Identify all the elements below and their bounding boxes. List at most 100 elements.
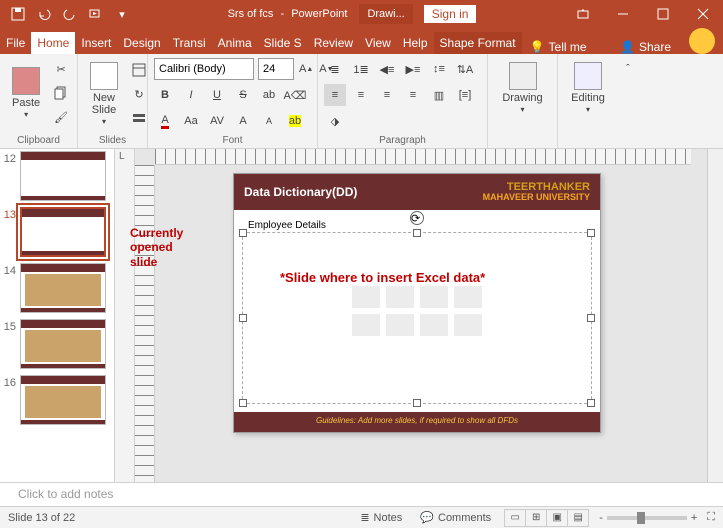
notes-pane[interactable]: Click to add notes	[0, 482, 723, 506]
highlight-icon[interactable]: ab	[284, 110, 306, 132]
workarea: 12 13 14 15 16 L Data Dictionary(DD)	[0, 149, 723, 482]
thumb-13[interactable]: 13	[2, 207, 112, 257]
insert-picture-icon[interactable]	[352, 314, 380, 336]
indent-increase-icon[interactable]: ▶≡	[402, 58, 424, 80]
text-direction-icon[interactable]: ⇅A	[454, 58, 476, 80]
insert-online-picture-icon[interactable]	[386, 314, 414, 336]
italic-button[interactable]: I	[180, 84, 202, 106]
group-paragraph: ≣ 1≣ ◀≡ ▶≡ ↕≡ ⇅A ≡ ≡ ≡ ≡ ▥ [≡] ⬗ Paragra…	[318, 54, 488, 148]
strike-button[interactable]: S	[232, 84, 254, 106]
qat-customize-icon[interactable]: ▾	[110, 2, 134, 26]
save-icon[interactable]	[6, 2, 30, 26]
undo-icon[interactable]	[32, 2, 56, 26]
paste-button[interactable]: Paste ▾	[6, 63, 46, 124]
insert-3d-icon[interactable]	[454, 286, 482, 308]
editing-button[interactable]: Editing ▾	[564, 58, 612, 119]
resize-handle[interactable]	[587, 314, 595, 322]
new-slide-button[interactable]: New Slide ▾	[84, 58, 124, 131]
columns-icon[interactable]: ▥	[428, 84, 450, 106]
resize-handle[interactable]	[239, 399, 247, 407]
font-label: Font	[154, 135, 311, 146]
underline-button[interactable]: U	[206, 84, 228, 106]
align-text-icon[interactable]: [≡]	[454, 84, 476, 106]
resize-handle[interactable]	[239, 229, 247, 237]
insert-icon-icon[interactable]	[454, 314, 482, 336]
resize-handle[interactable]	[413, 399, 421, 407]
tab-transitions[interactable]: Transi	[167, 32, 212, 54]
insert-smartart-icon[interactable]	[420, 286, 448, 308]
maximize-icon[interactable]	[643, 0, 683, 28]
char-spacing-icon[interactable]: AV	[206, 110, 228, 132]
tab-view[interactable]: View	[359, 32, 397, 54]
resize-handle[interactable]	[587, 399, 595, 407]
tab-review[interactable]: Review	[308, 32, 359, 54]
resize-handle[interactable]	[239, 314, 247, 322]
thumb-16[interactable]: 16	[2, 375, 112, 425]
vertical-scrollbar[interactable]	[707, 149, 723, 482]
font-size-select[interactable]	[258, 58, 294, 80]
increase-font-icon[interactable]: A▲	[298, 58, 314, 80]
convert-smartart-icon[interactable]: ⬗	[324, 110, 346, 132]
drawing-button[interactable]: Drawing ▾	[494, 58, 551, 119]
tab-help[interactable]: Help	[397, 32, 434, 54]
format-painter-icon[interactable]: 🖌	[50, 106, 72, 128]
numbering-icon[interactable]: 1≣	[350, 58, 372, 80]
rotation-handle-icon[interactable]: ⟳	[410, 211, 424, 225]
tab-home[interactable]: Home	[31, 32, 75, 54]
sign-in-button[interactable]: Sign in	[423, 4, 478, 24]
resize-handle[interactable]	[413, 229, 421, 237]
insert-video-icon[interactable]	[420, 314, 448, 336]
insert-chart-icon[interactable]	[386, 286, 414, 308]
tab-file[interactable]: File	[0, 32, 31, 54]
collapse-ribbon-icon[interactable]: ˆ	[618, 58, 638, 80]
feedback-smiley-icon[interactable]	[689, 28, 715, 54]
insert-table-icon[interactable]	[352, 286, 380, 308]
shadow-button[interactable]: ab	[258, 84, 280, 106]
bold-button[interactable]: B	[154, 84, 176, 106]
thumb-12[interactable]: 12	[2, 151, 112, 201]
tab-design[interactable]: Design	[117, 32, 166, 54]
font-color-icon[interactable]: A	[154, 110, 176, 132]
tell-me[interactable]: 💡 Tell me	[522, 40, 595, 54]
change-case-icon[interactable]: Aa	[180, 110, 202, 132]
tab-insert[interactable]: Insert	[75, 32, 117, 54]
placeholder-icons[interactable]	[352, 286, 482, 336]
copy-icon[interactable]	[50, 82, 72, 104]
app-name: PowerPoint	[291, 8, 347, 20]
reset-icon[interactable]: ↻	[128, 83, 150, 105]
section-icon[interactable]	[128, 107, 150, 129]
tab-slideshow[interactable]: Slide S	[258, 32, 308, 54]
close-icon[interactable]	[683, 0, 723, 28]
resize-handle[interactable]	[587, 229, 595, 237]
share-button[interactable]: 👤 Share	[610, 40, 681, 54]
indent-decrease-icon[interactable]: ◀≡	[376, 58, 398, 80]
slide-subheading: Employee Details	[248, 220, 326, 231]
justify-icon[interactable]: ≡	[402, 84, 424, 106]
group-font: A▲ A▼ B I U S ab A⌫ A Aa AV A A ab Font	[148, 54, 318, 148]
align-left-icon[interactable]: ≡	[324, 84, 346, 106]
start-from-beginning-icon[interactable]	[84, 2, 108, 26]
thumb-15[interactable]: 15	[2, 319, 112, 369]
bullets-icon[interactable]: ≣	[324, 58, 346, 80]
tab-shape-format[interactable]: Shape Format	[434, 32, 522, 54]
slide[interactable]: Data Dictionary(DD) TEERTHANKER MAHAVEER…	[233, 173, 601, 433]
font-size-grow-icon[interactable]: A	[232, 110, 254, 132]
font-size-shrink-icon[interactable]: A	[258, 110, 280, 132]
minimize-icon[interactable]	[603, 0, 643, 28]
redo-icon[interactable]	[58, 2, 82, 26]
line-spacing-icon[interactable]: ↕≡	[428, 58, 450, 80]
drawing-icon	[509, 62, 537, 90]
slide-canvas-area[interactable]: Data Dictionary(DD) TEERTHANKER MAHAVEER…	[135, 149, 707, 482]
font-name-select[interactable]	[154, 58, 254, 80]
align-center-icon[interactable]: ≡	[350, 84, 372, 106]
tell-me-label: Tell me	[549, 40, 587, 54]
layout-icon[interactable]	[128, 59, 150, 81]
tab-animations[interactable]: Anima	[212, 32, 258, 54]
ribbon-options-icon[interactable]	[563, 0, 603, 28]
thumb-14[interactable]: 14	[2, 263, 112, 313]
clear-format-icon[interactable]: A⌫	[284, 84, 306, 106]
cut-icon[interactable]: ✂	[50, 58, 72, 80]
align-right-icon[interactable]: ≡	[376, 84, 398, 106]
slide-footer: Guidelines: Add more slides, if required…	[234, 412, 600, 432]
slide-thumbnails[interactable]: 12 13 14 15 16	[0, 149, 115, 482]
